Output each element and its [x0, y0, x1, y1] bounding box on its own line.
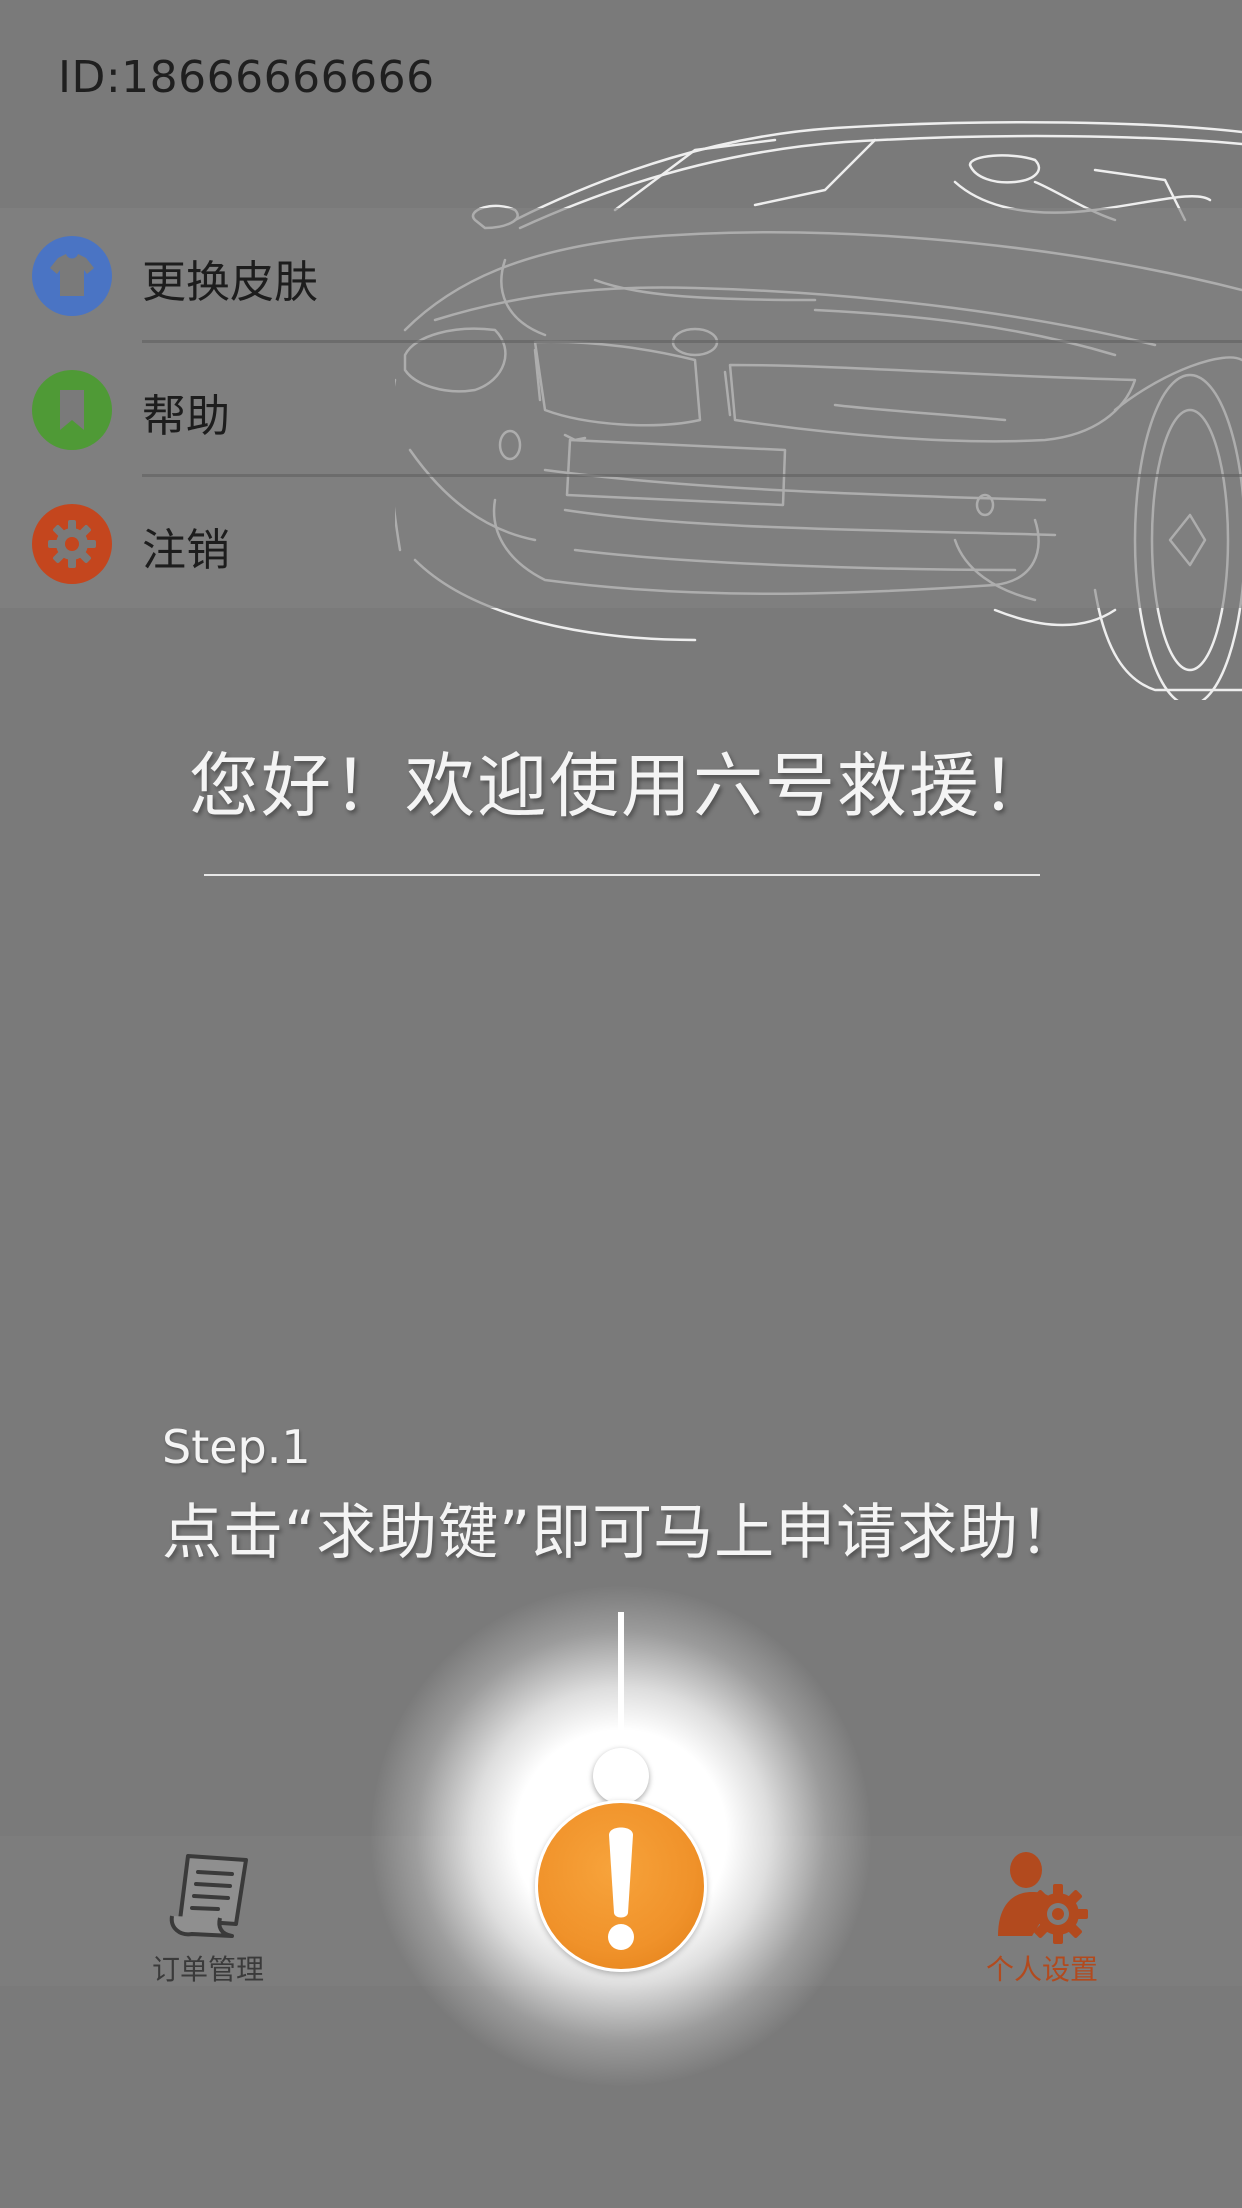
- app-screen: ID:18666666666 更换皮肤 帮助 注销 您好！欢迎使用六号救援！ S…: [0, 0, 1242, 2208]
- guide-pointer-dot: [593, 1748, 649, 1804]
- tab-label: 订单管理: [151, 1953, 264, 1986]
- title-underline: [204, 874, 1040, 876]
- sos-help-button[interactable]: [535, 1800, 707, 1972]
- menu-item-label: 帮助: [142, 391, 230, 442]
- menu-item-label: 更换皮肤: [142, 257, 318, 308]
- menu-item-logout[interactable]: 注销: [0, 476, 1242, 608]
- tab-label: 个人设置: [985, 1953, 1098, 1986]
- gear-icon: [32, 504, 112, 584]
- side-menu: 更换皮肤 帮助 注销: [0, 208, 1242, 608]
- menu-item-help[interactable]: 帮助: [0, 342, 1242, 474]
- tab-personal-settings[interactable]: 个人设置: [952, 1846, 1112, 1986]
- bookmark-icon: [32, 370, 112, 450]
- user-id-label: ID:18666666666: [58, 52, 435, 103]
- step-instruction: 点击“求助键”即可马上申请求助！: [162, 1498, 1081, 1568]
- welcome-title: 您好！欢迎使用六号救援！: [189, 745, 1053, 827]
- menu-item-label: 注销: [142, 525, 230, 576]
- document-icon: [169, 1854, 248, 1938]
- exclamation-icon: [608, 1827, 634, 1950]
- step-label: Step.1: [162, 1420, 311, 1474]
- user-gear-icon: [998, 1852, 1088, 1944]
- tshirt-icon: [32, 236, 112, 316]
- tab-order-management[interactable]: 订单管理: [118, 1846, 278, 1986]
- menu-item-change-skin[interactable]: 更换皮肤: [0, 208, 1242, 340]
